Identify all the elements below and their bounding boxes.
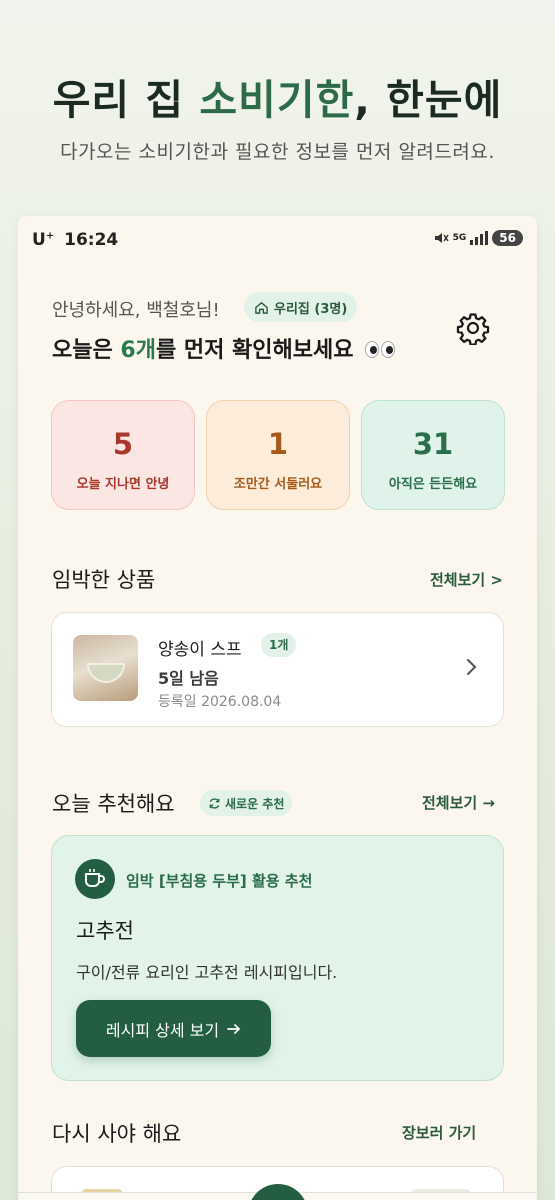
headline-count: 6개 — [120, 338, 156, 363]
shopping-link[interactable]: 장보러 가기 — [402, 1122, 476, 1143]
status-time: 16:24 — [64, 230, 119, 250]
new-recommend-label: 새로운 추천 — [225, 796, 285, 811]
new-recommend-chip[interactable]: 새로운 추천 — [200, 790, 293, 816]
recommend-see-all-link[interactable]: 전체보기 → — [422, 792, 495, 813]
promo-title: 우리 집 소비기한, 한눈에 — [0, 66, 555, 126]
eyes-emoji-icon — [365, 339, 397, 364]
chevron-right-icon — [467, 659, 477, 675]
days-left: 5일 남음 — [158, 669, 219, 688]
promo-title-prefix: 우리 집 — [52, 76, 200, 124]
recommend-section-title: 오늘 추천해요 — [52, 792, 175, 816]
promo-subtitle: 다가오는 소비기한과 필요한 정보를 먼저 알려드려요. — [60, 141, 495, 163]
stat-card-today[interactable]: 5 오늘 지나면 안녕 — [51, 400, 195, 510]
imminent-section-title: 임박한 상품 — [52, 568, 156, 592]
refresh-icon — [209, 797, 220, 809]
rebuy-section-title: 다시 사야 해요 — [52, 1122, 182, 1146]
stat-label: 아직은 든든해요 — [388, 477, 478, 492]
recipe-detail-button[interactable]: 레시피 상세 보기 — [76, 1000, 271, 1057]
stat-value: 5 — [112, 427, 134, 461]
arrow-right-icon — [227, 1023, 241, 1034]
carrier: U+ 16:24 — [32, 230, 118, 250]
stat-label: 조만간 서둘러요 — [233, 477, 323, 492]
mute-icon — [434, 233, 449, 243]
phone-screen: U+ 16:24 5G 56 안녕하세요, 백철호님! 우리집 (3명) 오늘은… — [18, 216, 537, 1200]
promo-title-suffix: , 한눈에 — [354, 76, 503, 124]
network-type: 5G — [452, 233, 467, 243]
recipe-description: 구이/전류 요리인 고추전 레시피입니다. — [76, 963, 338, 982]
battery-icon: 56 — [492, 230, 523, 246]
status-bar: U+ 16:24 5G 56 — [32, 228, 523, 254]
quantity-badge: 1개 — [261, 633, 297, 657]
headline-prefix: 오늘은 — [52, 338, 121, 363]
stat-value: 31 — [412, 427, 454, 461]
stat-value: 1 — [267, 427, 289, 461]
headline-suffix: 를 먼저 확인해보세요 — [155, 338, 354, 363]
household-chip-label: 우리집 (3명) — [274, 301, 348, 317]
recipe-detail-button-label: 레시피 상세 보기 — [105, 1020, 220, 1040]
gear-icon[interactable] — [456, 311, 490, 345]
headline: 오늘은 6개를 먼저 확인해보세요 — [52, 332, 397, 364]
recommend-tag: 임박 [부침용 두부] 활용 추천 — [126, 872, 313, 890]
stat-label: 오늘 지나면 안녕 — [76, 477, 170, 492]
greeting-text: 안녕하세요, 백철호님! — [52, 300, 220, 321]
registered-date: 등록일 2026.08.04 — [158, 694, 282, 710]
carrier-name: U — [32, 230, 46, 250]
cup-icon — [75, 859, 115, 899]
household-chip[interactable]: 우리집 (3명) — [244, 292, 358, 322]
product-image — [73, 635, 138, 701]
status-icons: 5G 56 — [433, 230, 523, 246]
recommend-card[interactable]: 임박 [부침용 두부] 활용 추천 고추전 구이/전류 요리인 고추전 레시피입… — [51, 835, 504, 1081]
imminent-see-all-link[interactable]: 전체보기 > — [430, 569, 503, 590]
product-name: 양송이 스프 — [158, 640, 242, 660]
stat-card-soon[interactable]: 1 조만간 서둘러요 — [206, 400, 350, 510]
promo-title-accent: 소비기한 — [199, 76, 355, 124]
stat-card-safe[interactable]: 31 아직은 든든해요 — [361, 400, 505, 510]
recipe-title: 고추전 — [76, 919, 134, 943]
home-icon — [255, 301, 268, 314]
carrier-sup: + — [45, 230, 55, 242]
product-card[interactable]: 양송이 스프 1개 5일 남음 등록일 2026.08.04 — [51, 612, 504, 727]
signal-icon — [470, 231, 489, 245]
